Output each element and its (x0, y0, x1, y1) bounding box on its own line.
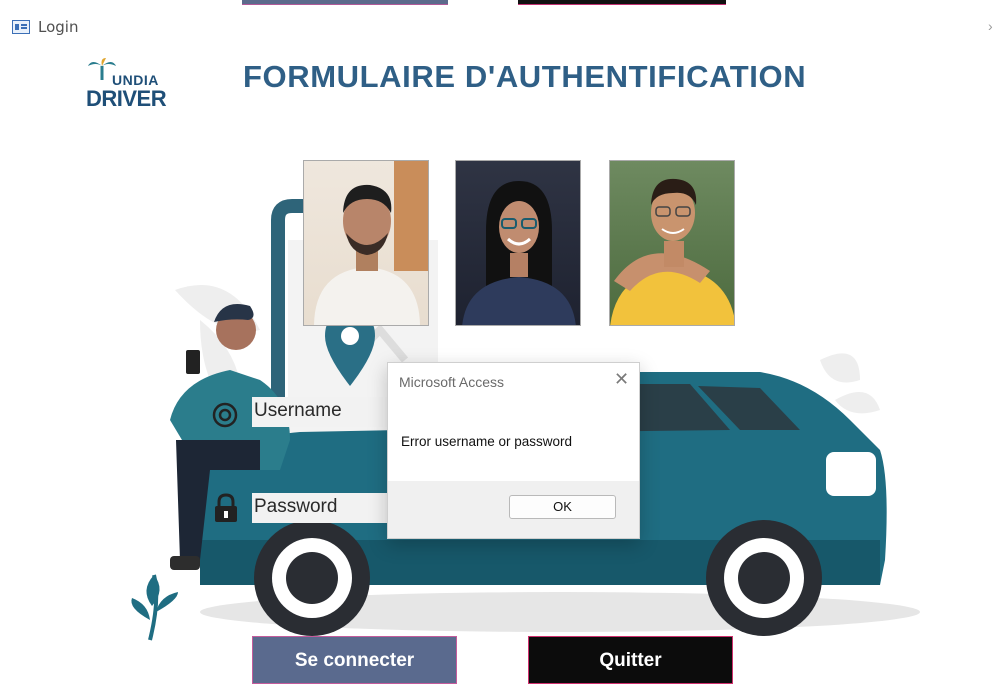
dialog-message: Error username or password (401, 434, 573, 449)
password-label: Password (254, 496, 338, 517)
page-title: FORMULAIRE D'AUTHENTIFICATION (243, 59, 807, 94)
connect-button[interactable]: Se connecter (252, 636, 457, 684)
team-photo-1 (303, 160, 429, 326)
team-photo-2 (455, 160, 581, 326)
team-photo-3 (609, 160, 735, 326)
logo-text-bottom: DRIVER (86, 86, 167, 111)
dialog-title: Microsoft Access (399, 374, 505, 390)
dialog-close-icon[interactable]: ✕ (614, 369, 629, 390)
user-circle-icon (212, 402, 238, 428)
username-field[interactable]: Username (252, 397, 402, 427)
error-dialog: Microsoft Access ✕ Error username or pas… (387, 362, 640, 539)
password-field[interactable]: Password (252, 493, 402, 523)
quit-button[interactable]: Quitter (528, 636, 733, 684)
username-label: Username (254, 400, 342, 421)
ok-button[interactable]: OK (509, 495, 616, 519)
dialog-footer: OK (388, 481, 639, 538)
mundia-driver-logo: UNDIA DRIVER (86, 56, 182, 114)
padlock-icon (215, 493, 237, 522)
